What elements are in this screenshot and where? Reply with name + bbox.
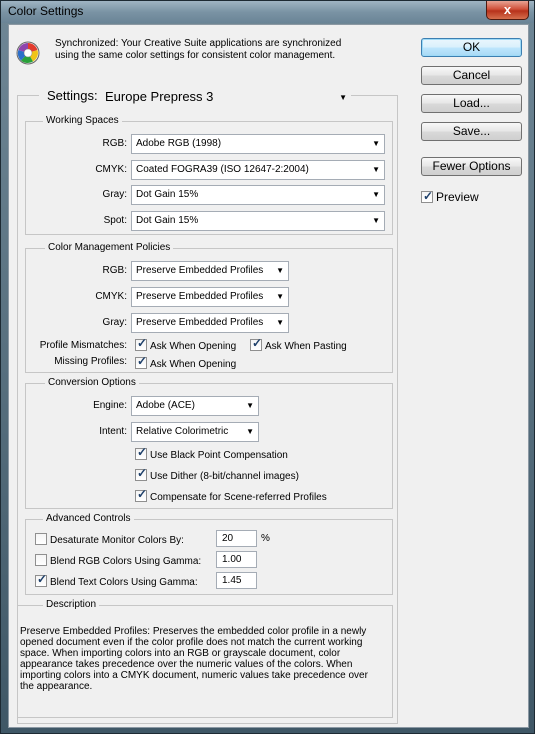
sync-message: Synchronized: Your Creative Suite applic… bbox=[55, 38, 415, 62]
mismatch-open-label: Ask When Opening bbox=[150, 341, 237, 352]
ws-rgb-value: Adobe RGB (1998) bbox=[136, 138, 222, 149]
preview-checkbox[interactable]: Preview bbox=[421, 189, 479, 204]
policy-rgb-dropdown[interactable]: Preserve Embedded Profiles ▼ bbox=[131, 261, 289, 281]
check-icon[interactable] bbox=[250, 337, 262, 351]
ws-gray-value: Dot Gain 15% bbox=[136, 189, 199, 200]
dither-label: Use Dither (8-bit/channel images) bbox=[150, 471, 299, 482]
sync-color-wheel-icon bbox=[16, 41, 40, 65]
description-title: Description bbox=[43, 599, 100, 611]
description-text: Preserve Embedded Profiles: Preserves th… bbox=[20, 626, 368, 692]
ws-gray-dropdown[interactable]: Dot Gain 15% ▼ bbox=[131, 185, 385, 205]
preview-label: Preview bbox=[436, 190, 479, 204]
desaturate-input[interactable]: 20 bbox=[216, 530, 257, 547]
blend-text-label: Blend Text Colors Using Gamma: bbox=[50, 577, 198, 588]
check-icon[interactable] bbox=[35, 554, 47, 566]
desaturate-unit: % bbox=[261, 533, 270, 544]
engine-value: Adobe (ACE) bbox=[136, 400, 195, 411]
check-icon[interactable] bbox=[35, 573, 47, 587]
close-button[interactable]: x bbox=[486, 1, 529, 20]
scene-referred-checkbox[interactable]: Compensate for Scene-referred Profiles bbox=[135, 488, 327, 504]
description-group: Preserve Embedded Profiles: Preserves th… bbox=[17, 605, 393, 718]
chevron-down-icon: ▼ bbox=[246, 427, 254, 436]
settings-header: Settings: bbox=[39, 89, 105, 103]
blend-rgb-checkbox[interactable]: Blend RGB Colors Using Gamma: bbox=[35, 554, 201, 568]
check-icon[interactable] bbox=[135, 446, 147, 460]
fewer-options-button[interactable]: Fewer Options bbox=[421, 157, 522, 176]
missing-profiles-label: Missing Profiles: bbox=[54, 356, 127, 367]
policy-cmyk-value: Preserve Embedded Profiles bbox=[136, 291, 264, 302]
conversion-title: Conversion Options bbox=[45, 377, 139, 389]
policy-gray-value: Preserve Embedded Profiles bbox=[136, 317, 264, 328]
chevron-down-icon: ▼ bbox=[276, 266, 284, 275]
chevron-down-icon: ▼ bbox=[372, 190, 380, 199]
desaturate-label: Desaturate Monitor Colors By: bbox=[50, 535, 184, 546]
window-title: Color Settings bbox=[8, 4, 84, 18]
dither-checkbox[interactable]: Use Dither (8-bit/channel images) bbox=[135, 467, 299, 483]
engine-dropdown[interactable]: Adobe (ACE) ▼ bbox=[131, 396, 259, 416]
check-icon[interactable] bbox=[135, 467, 147, 481]
chevron-down-icon: ▼ bbox=[372, 165, 380, 174]
policy-gray-label: Gray: bbox=[102, 317, 127, 328]
settings-label: Settings: bbox=[47, 88, 98, 103]
chevron-down-icon: ▼ bbox=[246, 401, 254, 410]
check-icon[interactable] bbox=[135, 488, 147, 502]
ws-cmyk-value: Coated FOGRA39 (ISO 12647-2:2004) bbox=[136, 164, 309, 175]
desaturate-checkbox[interactable]: Desaturate Monitor Colors By: bbox=[35, 533, 184, 547]
mismatch-paste-checkbox[interactable]: Ask When Pasting bbox=[250, 337, 347, 353]
ws-rgb-label: RGB: bbox=[102, 138, 127, 149]
ws-rgb-dropdown[interactable]: Adobe RGB (1998) ▼ bbox=[131, 134, 385, 154]
sync-message-line-2: using the same color settings for consis… bbox=[55, 50, 336, 61]
mismatch-open-checkbox[interactable]: Ask When Opening bbox=[135, 337, 237, 353]
working-spaces-title: Working Spaces bbox=[43, 115, 122, 127]
color-settings-window: Color Settings x Synchronized: Your Crea… bbox=[0, 0, 535, 734]
preview-check-icon[interactable] bbox=[421, 189, 433, 203]
check-icon[interactable] bbox=[135, 355, 147, 369]
chevron-down-icon: ▼ bbox=[372, 139, 380, 148]
intent-value: Relative Colorimetric bbox=[136, 426, 229, 437]
dialog-body: Synchronized: Your Creative Suite applic… bbox=[8, 24, 529, 728]
title-bar[interactable]: Color Settings x bbox=[1, 1, 534, 23]
settings-value: Europe Prepress 3 bbox=[105, 89, 214, 104]
cancel-button[interactable]: Cancel bbox=[421, 66, 522, 85]
chevron-down-icon: ▼ bbox=[339, 93, 347, 102]
black-point-checkbox[interactable]: Use Black Point Compensation bbox=[135, 446, 288, 462]
settings-dropdown[interactable]: Europe Prepress 3 ▼ bbox=[101, 87, 351, 108]
intent-dropdown[interactable]: Relative Colorimetric ▼ bbox=[131, 422, 259, 442]
ws-spot-value: Dot Gain 15% bbox=[136, 215, 199, 226]
ws-spot-dropdown[interactable]: Dot Gain 15% ▼ bbox=[131, 211, 385, 231]
policy-gray-dropdown[interactable]: Preserve Embedded Profiles ▼ bbox=[131, 313, 289, 333]
policy-cmyk-dropdown[interactable]: Preserve Embedded Profiles ▼ bbox=[131, 287, 289, 307]
blend-rgb-input[interactable]: 1.00 bbox=[216, 551, 257, 568]
ws-spot-label: Spot: bbox=[103, 215, 127, 226]
black-point-label: Use Black Point Compensation bbox=[150, 450, 288, 461]
policies-title: Color Management Policies bbox=[45, 242, 174, 254]
policy-cmyk-label: CMYK: bbox=[95, 291, 127, 302]
ws-gray-label: Gray: bbox=[102, 189, 127, 200]
policy-rgb-label: RGB: bbox=[102, 265, 127, 276]
mismatch-paste-label: Ask When Pasting bbox=[265, 341, 347, 352]
ws-cmyk-label: CMYK: bbox=[95, 164, 127, 175]
check-icon[interactable] bbox=[35, 533, 47, 545]
profile-mismatches-label: Profile Mismatches: bbox=[39, 340, 127, 351]
blend-rgb-label: Blend RGB Colors Using Gamma: bbox=[50, 556, 202, 567]
chevron-down-icon: ▼ bbox=[372, 216, 380, 225]
advanced-title: Advanced Controls bbox=[43, 513, 134, 525]
chevron-down-icon: ▼ bbox=[276, 292, 284, 301]
scene-referred-label: Compensate for Scene-referred Profiles bbox=[150, 492, 327, 503]
ws-cmyk-dropdown[interactable]: Coated FOGRA39 (ISO 12647-2:2004) ▼ bbox=[131, 160, 385, 180]
missing-open-label: Ask When Opening bbox=[150, 359, 237, 370]
policy-rgb-value: Preserve Embedded Profiles bbox=[136, 265, 264, 276]
chevron-down-icon: ▼ bbox=[276, 318, 284, 327]
ok-button[interactable]: OK bbox=[421, 38, 522, 57]
check-icon[interactable] bbox=[135, 337, 147, 351]
intent-label: Intent: bbox=[99, 426, 127, 437]
missing-open-checkbox[interactable]: Ask When Opening bbox=[135, 355, 237, 371]
save-button[interactable]: Save... bbox=[421, 122, 522, 141]
load-button[interactable]: Load... bbox=[421, 94, 522, 113]
blend-text-checkbox[interactable]: Blend Text Colors Using Gamma: bbox=[35, 573, 198, 589]
sync-message-line-1: Synchronized: Your Creative Suite applic… bbox=[55, 38, 342, 49]
engine-label: Engine: bbox=[93, 400, 127, 411]
blend-text-input[interactable]: 1.45 bbox=[216, 572, 257, 589]
